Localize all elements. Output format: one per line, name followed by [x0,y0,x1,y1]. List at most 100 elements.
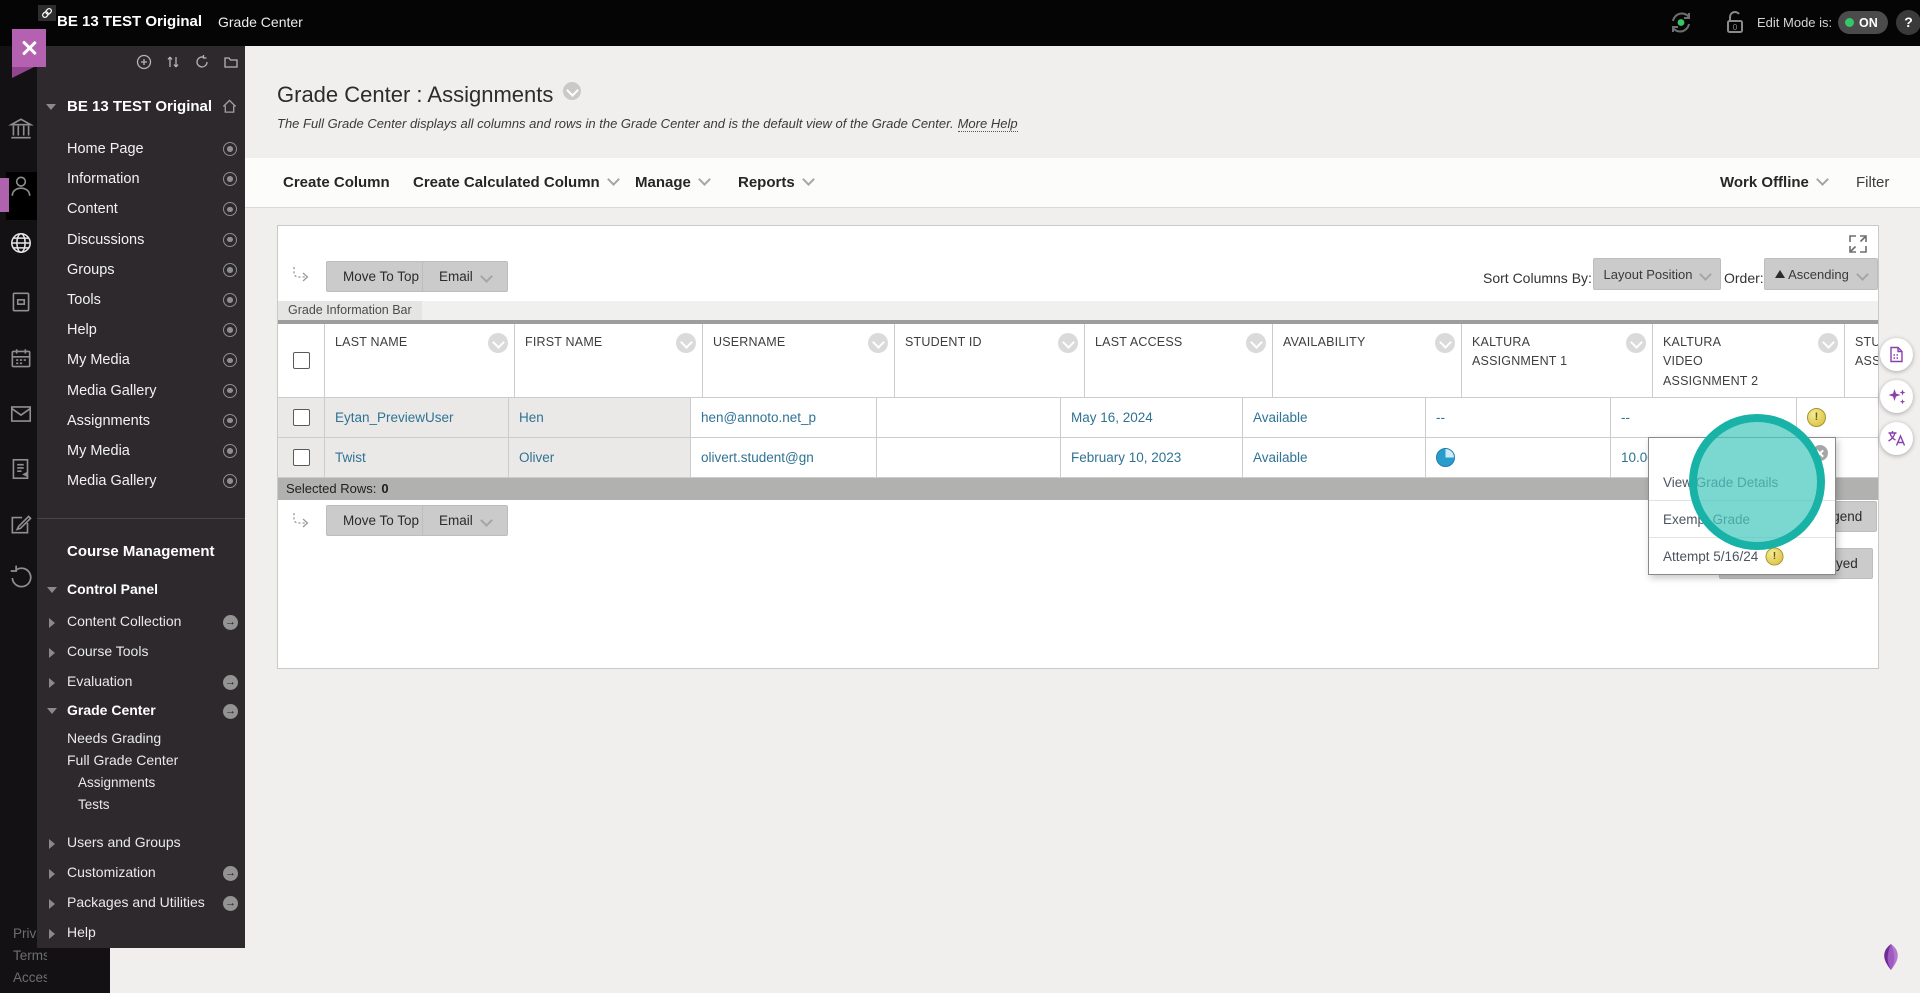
sidebar-item-my-media-2[interactable]: My Media [37,436,245,466]
row-checkbox[interactable] [293,409,310,426]
column-menu-icon[interactable] [1246,333,1266,353]
course-menu-header[interactable]: BE 13 TEST Original [37,98,245,120]
sidebar-item-help[interactable]: Help [37,315,245,345]
sidebar-item-cp-help[interactable]: Help [37,924,245,946]
messages-icon[interactable] [8,401,34,427]
student-preview-icon[interactable] [1666,9,1696,36]
kaltura-1-cell[interactable] [1425,438,1610,477]
email-button[interactable]: Email [422,261,508,292]
portfolio-icon[interactable] [8,289,34,315]
needs-grading-icon[interactable] [1807,408,1826,427]
sidebar-item-customization[interactable]: Customization → [37,864,245,886]
calendar-icon[interactable] [8,346,34,372]
ai-sparkles-button[interactable] [1880,380,1913,413]
open-arrow-icon[interactable]: → [223,675,238,690]
column-menu-icon[interactable] [1058,333,1078,353]
col-student-id[interactable]: STUDENT ID [894,324,1084,397]
sidebar-item-needs-grading[interactable]: Needs Grading [37,730,245,752]
col-username[interactable]: USERNAME [702,324,894,397]
sidebar-item-course-tools[interactable]: Course Tools [37,643,245,665]
sidebar-item-assignments[interactable]: Assignments [37,406,245,436]
sidebar-item-content-collection[interactable]: Content Collection → [37,613,245,635]
col-availability[interactable]: AVAILABILITY [1272,324,1461,397]
profile-icon[interactable] [8,173,34,199]
first-name-cell[interactable]: Oliver [508,438,690,477]
col-students-assignment[interactable]: STUDENTS ASSIGNMENT [1844,324,1878,397]
username-cell[interactable]: olivert.student@gn [690,438,876,477]
sidebar-item-full-grade-center[interactable]: Full Grade Center [37,752,245,774]
open-arrow-icon[interactable]: → [223,866,238,881]
create-column-button[interactable]: Create Column [283,174,390,191]
col-last-name[interactable]: LAST NAME [324,324,514,397]
title-context-menu-icon[interactable] [563,82,581,100]
row-checkbox[interactable] [293,449,310,466]
link-icon[interactable] [38,5,56,21]
col-kaltura-video-assignment-2[interactable]: KALTURA VIDEO ASSIGNMENT 2 [1652,324,1844,397]
institution-icon[interactable] [8,116,34,142]
manage-button[interactable]: Manage [635,174,709,191]
close-menu-tab[interactable] [12,29,46,67]
page-template-button[interactable] [1880,338,1913,371]
column-menu-icon[interactable] [1818,333,1838,353]
reorder-icon[interactable] [165,54,181,70]
create-calculated-column-button[interactable]: Create Calculated Column [413,174,618,191]
column-menu-icon[interactable] [488,333,508,353]
add-item-icon[interactable] [136,54,152,70]
username-cell[interactable]: hen@annoto.net_p [690,398,876,437]
sort-columns-by-select[interactable]: Layout Position [1593,258,1721,290]
more-help-link[interactable]: More Help [958,116,1018,132]
column-menu-icon[interactable] [868,333,888,353]
open-arrow-icon[interactable]: → [223,615,238,630]
attempt-in-progress-icon[interactable] [1436,448,1455,467]
sidebar-item-groups[interactable]: Groups [37,255,245,285]
sidebar-item-gc-tests[interactable]: Tests [37,796,245,818]
sidebar-item-discussions[interactable]: Discussions [37,225,245,255]
sidebar-item-my-media[interactable]: My Media [37,345,245,375]
course-title[interactable]: BE 13 TEST Original [57,13,202,30]
last-name-cell[interactable]: Eytan_PreviewUser [324,398,508,437]
assist-logo-icon[interactable] [1874,940,1908,974]
filter-button[interactable]: Filter [1856,174,1889,191]
column-menu-icon[interactable] [676,333,696,353]
gradebook-icon[interactable] [8,456,34,482]
folder-view-icon[interactable] [223,54,239,70]
globe-icon[interactable] [8,230,34,256]
move-to-top-button[interactable]: Move To Top [326,261,436,292]
col-first-name[interactable]: FIRST NAME [514,324,702,397]
open-arrow-icon[interactable]: → [223,896,238,911]
col-kaltura-assignment-1[interactable]: KALTURA ASSIGNMENT 1 [1461,324,1652,397]
last-name-cell[interactable]: Twist [324,438,508,477]
email-button[interactable]: Email [422,505,508,536]
column-menu-icon[interactable] [1435,333,1455,353]
col-last-access[interactable]: LAST ACCESS [1084,324,1272,397]
students-assignment-cell[interactable] [1796,398,1878,437]
select-all-checkbox[interactable] [293,352,310,369]
sidebar-item-gc-assignments[interactable]: Assignments [37,774,245,796]
history-back-icon[interactable] [8,564,34,590]
sidebar-item-tools[interactable]: Tools [37,285,245,315]
first-name-cell[interactable]: Hen [508,398,690,437]
sidebar-item-evaluation[interactable]: Evaluation → [37,673,245,695]
sidebar-item-grade-center[interactable]: Grade Center → [37,702,245,724]
refresh-icon[interactable] [194,54,210,70]
accessibility-link[interactable]: Accessibility [13,970,47,985]
translate-button[interactable] [1880,422,1913,455]
sidebar-item-media-gallery-2[interactable]: Media Gallery [37,466,245,496]
reports-button[interactable]: Reports [738,174,813,191]
sidebar-item-content[interactable]: Content [37,194,245,224]
compose-icon[interactable] [8,511,34,537]
order-select[interactable]: Ascending [1764,258,1878,290]
move-to-top-button[interactable]: Move To Top [326,505,436,536]
help-button[interactable]: ? [1896,10,1920,35]
breadcrumb[interactable]: Grade Center [218,14,303,30]
sidebar-item-users-and-groups[interactable]: Users and Groups [37,834,245,856]
edit-mode-toggle[interactable]: ON [1838,11,1888,34]
work-offline-button[interactable]: Work Offline [1720,174,1827,191]
open-arrow-icon[interactable]: → [223,704,238,719]
column-menu-icon[interactable] [1626,333,1646,353]
sidebar-item-media-gallery[interactable]: Media Gallery [37,376,245,406]
sidebar-item-packages-and-utilities[interactable]: Packages and Utilities → [37,894,245,916]
terms-link[interactable]: Terms [13,948,47,963]
sidebar-item-home-page[interactable]: Home Page [37,134,245,164]
sidebar-item-information[interactable]: Information [37,164,245,194]
